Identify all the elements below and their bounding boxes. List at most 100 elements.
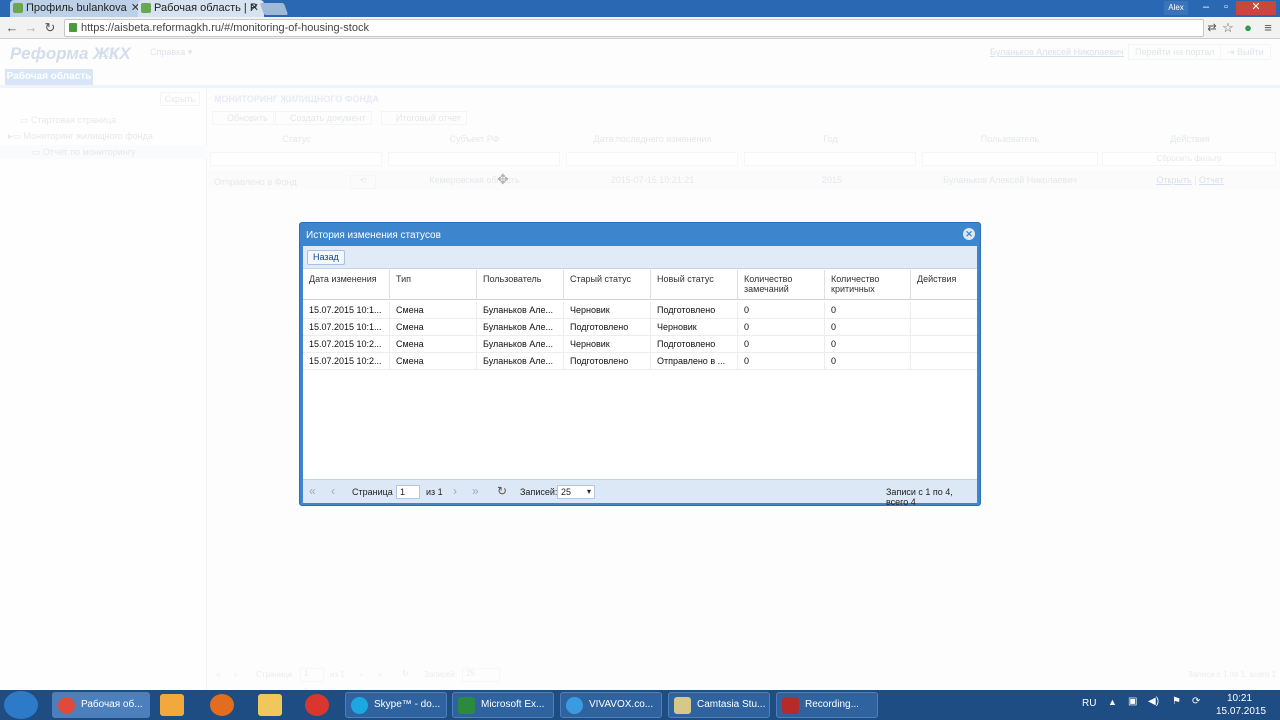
back-arrow-icon[interactable]: ← xyxy=(4,20,20,36)
header-old-status[interactable]: Старый статус xyxy=(564,270,651,300)
records-select[interactable]: 25 xyxy=(462,668,500,682)
close-tab-icon[interactable]: ✕ xyxy=(250,0,259,17)
taskbar-item-recording[interactable]: Recording... xyxy=(776,692,878,718)
cell-type: Смена xyxy=(390,353,477,370)
flag-icon[interactable]: ⚑ xyxy=(1172,696,1181,707)
page-input[interactable]: 1 xyxy=(396,485,420,499)
reset-filter-button[interactable]: Сбросить фильтр xyxy=(1102,152,1276,166)
header-change-date[interactable]: Дата изменения xyxy=(303,270,390,300)
yandex-browser-icon[interactable] xyxy=(305,694,329,716)
cell-remarks: 0 xyxy=(738,302,825,319)
forward-arrow-icon[interactable]: → xyxy=(23,20,39,36)
back-button[interactable]: Назад xyxy=(307,250,345,265)
header-new-status[interactable]: Новый статус xyxy=(651,270,738,300)
reload-page-icon[interactable]: ↻ xyxy=(497,485,507,497)
filter-user[interactable] xyxy=(922,152,1098,166)
open-link[interactable]: Открыть xyxy=(1156,175,1191,185)
prev-page-icon[interactable]: ‹ xyxy=(331,485,335,497)
start-button[interactable] xyxy=(4,691,38,719)
file-explorer-icon[interactable] xyxy=(258,694,282,716)
taskbar-label: Camtasia Stu... xyxy=(697,699,766,710)
camtasia-icon xyxy=(674,697,691,714)
hide-panel-button[interactable]: Скрыть xyxy=(160,92,200,106)
clock-time[interactable]: 10:21 xyxy=(1227,693,1252,704)
close-dialog-icon[interactable]: ✕ xyxy=(963,228,975,240)
cell-new-status: Отправлено в ... xyxy=(651,353,738,370)
table-row[interactable]: 15.07.2015 10:2... Смена Буланьков Але..… xyxy=(303,353,977,370)
column-user[interactable]: Пользователь xyxy=(920,134,1100,144)
taskbar-item-excel[interactable]: Microsoft Ex... xyxy=(452,692,554,718)
cell-user: Буланьков Але... xyxy=(477,302,564,319)
portal-button[interactable]: Перейти на портал xyxy=(1128,44,1222,60)
filter-date[interactable] xyxy=(566,152,738,166)
url-input[interactable]: https://aisbeta.reformagkh.ru/#/monitori… xyxy=(64,19,1204,37)
browser-tab-profile[interactable]: Профиль bulankova ✕ xyxy=(10,0,145,17)
first-page-icon[interactable]: « xyxy=(309,485,316,497)
last-page-icon[interactable]: » xyxy=(378,670,382,679)
next-page-icon[interactable]: › xyxy=(360,670,363,679)
show-hidden-icons-icon[interactable]: ▲ xyxy=(1108,697,1117,707)
prev-page-icon[interactable]: ‹ xyxy=(234,670,237,679)
filter-year[interactable] xyxy=(744,152,916,166)
close-window-icon[interactable]: ✕ xyxy=(1236,1,1276,15)
tree-item-report[interactable]: ▭ Отчет по мониторингу xyxy=(32,147,136,158)
history-icon[interactable]: ⟲ xyxy=(350,175,376,189)
star-icon[interactable]: ☆ xyxy=(1220,20,1236,36)
new-tab-button[interactable] xyxy=(259,3,289,15)
extension-icon[interactable]: ● xyxy=(1240,20,1256,36)
column-date[interactable]: Дата последнего изменения xyxy=(564,134,741,144)
column-subject[interactable]: Субъект РФ xyxy=(386,134,563,144)
header-remarks-count[interactable]: Количество замечаний xyxy=(738,270,825,300)
taskbar-item-ie[interactable]: VIVAVOX.co... xyxy=(560,692,662,718)
minimize-icon[interactable]: – xyxy=(1196,1,1216,15)
header-type[interactable]: Тип xyxy=(390,270,477,300)
media-player-icon[interactable] xyxy=(160,694,184,716)
filter-status[interactable] xyxy=(210,152,382,166)
language-indicator[interactable]: RU xyxy=(1082,698,1096,709)
taskbar-item-camtasia[interactable]: Camtasia Stu... xyxy=(668,692,770,718)
sync-icon[interactable]: ⟳ xyxy=(1192,696,1200,707)
tree-item-monitoring[interactable]: ▸▭ Мониторинг жилищного фонда xyxy=(8,131,153,142)
reload-icon[interactable]: ↻ xyxy=(42,20,58,36)
browser-tab-workspace[interactable]: Рабочая область | Р ✕ xyxy=(138,0,264,17)
volume-icon[interactable]: ◀) xyxy=(1148,696,1159,707)
navigation-panel xyxy=(0,88,207,690)
maximize-icon[interactable]: ▫ xyxy=(1216,1,1236,15)
last-page-icon[interactable]: » xyxy=(472,485,479,497)
menu-icon[interactable]: ≡ xyxy=(1260,20,1276,36)
next-page-icon[interactable]: › xyxy=(453,485,457,497)
reload-page-icon[interactable]: ↻ xyxy=(402,669,409,678)
table-row[interactable]: 15.07.2015 10:1... Смена Буланьков Але..… xyxy=(303,319,977,336)
clock-date[interactable]: 15.07.2015 xyxy=(1216,706,1266,717)
exit-button[interactable]: ⇥ Выйти xyxy=(1220,44,1271,60)
header-critical-count[interactable]: Количество критичных xyxy=(825,270,911,300)
first-page-icon[interactable]: « xyxy=(216,670,220,679)
translate-icon[interactable]: ⇄ xyxy=(1204,20,1220,36)
report-link[interactable]: Отчет xyxy=(1199,175,1224,185)
firefox-icon[interactable] xyxy=(210,694,234,716)
final-report-button[interactable]: Итоговый отчет xyxy=(381,111,467,125)
taskbar-item-skype[interactable]: Skype™ - do... xyxy=(345,692,447,718)
column-status[interactable]: Статус xyxy=(208,134,385,144)
page-input[interactable]: 1 xyxy=(300,668,324,682)
help-menu[interactable]: Справка ▾ xyxy=(150,47,192,58)
user-link[interactable]: Буланьков Алексей Николаевич xyxy=(990,47,1124,57)
create-document-button[interactable]: Создать документ xyxy=(275,111,372,125)
tree-item-start[interactable]: ▭ Стартовая страница xyxy=(20,115,116,126)
taskbar-item-chrome[interactable]: Рабочая об... xyxy=(52,692,150,718)
status-history-dialog: История изменения статусов ✕ Назад Дата … xyxy=(299,222,981,507)
table-row[interactable]: 15.07.2015 10:2... Смена Буланьков Але..… xyxy=(303,336,977,353)
records-select[interactable]: 25 ▾ xyxy=(557,485,595,499)
tab-workspace[interactable]: Рабочая область xyxy=(5,69,93,85)
taskbar-label: Recording... xyxy=(805,699,859,710)
cell-user: Буланьков Але... xyxy=(477,336,564,353)
filter-subject[interactable] xyxy=(388,152,560,166)
column-year[interactable]: Год xyxy=(742,134,919,144)
network-icon[interactable]: ▣ xyxy=(1128,696,1137,707)
table-row[interactable]: 15.07.2015 10:1... Смена Буланьков Але..… xyxy=(303,302,977,319)
header-user[interactable]: Пользователь xyxy=(477,270,564,300)
profile-badge[interactable]: Alex xyxy=(1164,1,1188,15)
page-of: из 1 xyxy=(330,670,345,679)
refresh-button[interactable]: Обновить xyxy=(212,111,274,125)
cell-remarks: 0 xyxy=(738,353,825,370)
